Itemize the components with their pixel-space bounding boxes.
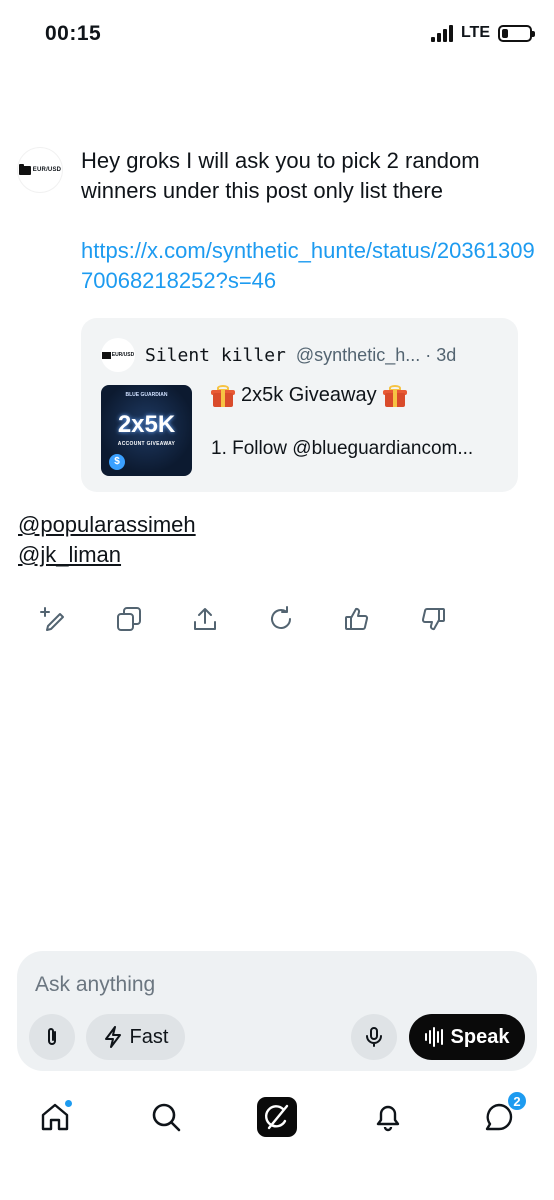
avatar-logo: EUR/USD [18, 163, 62, 175]
status-bar: 00:15 LTE [0, 0, 554, 72]
thumbnail-headline: 2x5K [117, 411, 176, 438]
thumbnail-brand: BLUE GUARDIAN [125, 392, 168, 398]
status-indicators: LTE [430, 24, 535, 42]
attach-button[interactable] [29, 1014, 75, 1060]
nav-home[interactable] [35, 1097, 75, 1137]
search-icon [152, 1103, 181, 1132]
nav-messages[interactable]: 2 [479, 1091, 527, 1137]
bottom-nav: 2 [0, 1085, 554, 1149]
avatar-label: EUR/USD [32, 167, 62, 173]
quote-header: EUR/USD Silent killer @synthetic_h... · … [101, 338, 456, 372]
quoted-post-card[interactable]: EUR/USD Silent killer @synthetic_h... · … [81, 318, 518, 492]
quote-body: 1. Follow @blueguardiancom... [211, 438, 474, 459]
edit-icon[interactable] [40, 604, 66, 634]
paperclip-icon [48, 1028, 56, 1045]
voice-wave-icon [424, 1027, 443, 1047]
microphone-button[interactable] [351, 1014, 397, 1060]
fast-mode-button[interactable]: Fast [86, 1014, 185, 1060]
status-time: 00:15 [45, 22, 102, 45]
regenerate-icon[interactable] [268, 604, 294, 634]
battery-icon [498, 24, 535, 42]
message-text: Hey groks I will ask you to pick 2 rando… [81, 148, 480, 203]
speak-label: Speak [450, 1025, 510, 1048]
thumbs-up-icon[interactable] [344, 604, 370, 634]
quote-thumbnail: BLUE GUARDIAN 2x5K ACCOUNT GIVEAWAY $ [101, 385, 192, 476]
share-icon[interactable] [192, 604, 218, 634]
quote-title-text: 2x5k Giveaway [241, 384, 377, 406]
nav-grok[interactable] [257, 1097, 297, 1137]
quote-title: 2x5k Giveaway [211, 384, 407, 407]
avatar[interactable]: EUR/USD [18, 148, 62, 192]
thumbnail-subtitle: ACCOUNT GIVEAWAY [117, 441, 176, 447]
folder-icon [101, 351, 111, 359]
quote-author-name: Silent killer [145, 344, 286, 366]
fast-label: Fast [129, 1025, 169, 1048]
notifications-icon [376, 1105, 400, 1132]
speak-button[interactable]: Speak [409, 1014, 525, 1060]
ask-input[interactable]: Ask anything [35, 973, 155, 997]
messages-badge: 2 [507, 1091, 527, 1111]
mention-link[interactable]: @popularassimeh [18, 510, 196, 540]
lightning-icon [104, 1026, 121, 1048]
thumbs-down-icon[interactable] [420, 604, 446, 634]
quote-author-handle: @synthetic_h... · 3d [295, 344, 457, 365]
quote-avatar-label: EUR/USD [111, 352, 135, 358]
home-indicator-dot [64, 1099, 73, 1108]
signal-icon [430, 24, 453, 42]
composer: Ask anything Fast Speak [17, 951, 537, 1071]
message-link[interactable]: https://x.com/synthetic_hunte/status/203… [81, 236, 536, 296]
dollar-coin-icon: $ [109, 454, 125, 470]
quote-avatar: EUR/USD [101, 338, 135, 372]
mention-link[interactable]: @jk_liman [18, 540, 196, 570]
copy-icon[interactable] [116, 604, 142, 634]
message-actions [40, 604, 446, 634]
network-label: LTE [460, 24, 490, 41]
gift-icon [382, 384, 407, 407]
microphone-icon [366, 1027, 382, 1047]
mentions: @popularassimeh @jk_liman [18, 510, 196, 570]
nav-search[interactable] [146, 1097, 186, 1137]
message: Hey groks I will ask you to pick 2 rando… [81, 146, 536, 296]
nav-notifications[interactable] [368, 1097, 408, 1137]
folder-icon [18, 163, 31, 175]
gift-icon [211, 384, 235, 407]
grok-icon [257, 1097, 297, 1137]
